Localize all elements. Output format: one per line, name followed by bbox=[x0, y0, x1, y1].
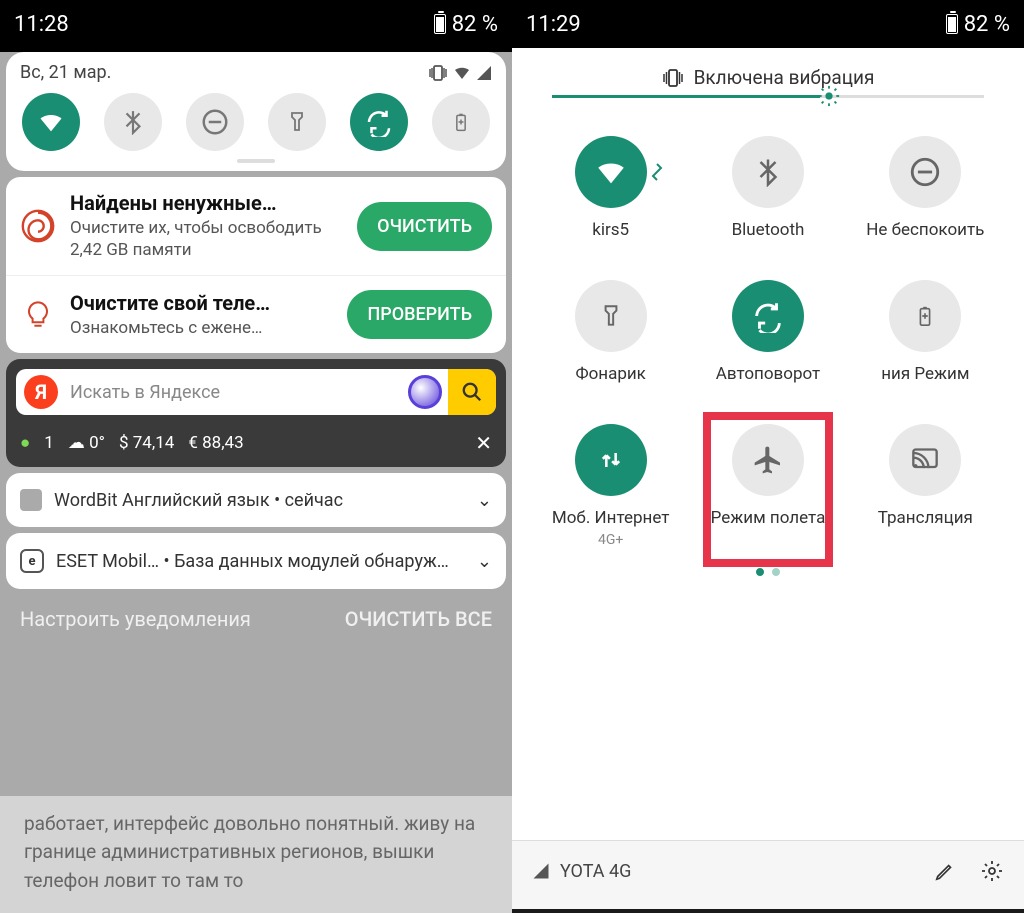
qs-tile-airplane-mode[interactable]: Режим полета bbox=[689, 424, 846, 548]
yandex-logo-icon: Я bbox=[24, 375, 58, 409]
vibrate-icon bbox=[662, 69, 684, 87]
qs-tile-flashlight[interactable]: Фонарик bbox=[532, 280, 689, 384]
notif-body: Очистите их, чтобы освободить 2,42 GB па… bbox=[70, 217, 345, 261]
yandex-widget: Я Искать в Яндексе ●1 ☁ 0° $ 74,14 € 88,… bbox=[6, 359, 506, 467]
notification-wordbit[interactable]: WordBit Английский язык • сейчас ⌄ bbox=[6, 473, 506, 527]
background-review: работает, интерфейс довольно понятный. ж… bbox=[0, 796, 512, 913]
phone-left: 11:28 82 % работает, интерфейс довольно … bbox=[0, 0, 512, 909]
quick-settings-grid: kirs5 Bluetooth Не беспокоить Фонарик Ав… bbox=[512, 106, 1024, 558]
alice-icon[interactable] bbox=[408, 375, 442, 409]
qs-tile-cast[interactable]: Трансляция bbox=[847, 424, 1004, 548]
eset-icon: e bbox=[20, 549, 44, 573]
settings-icon[interactable] bbox=[980, 859, 1004, 883]
dot-active bbox=[756, 568, 764, 576]
notification-optimize[interactable]: Очистите свой теле… Ознакомьтесь с ежене… bbox=[6, 276, 506, 353]
notif-title: Очистите свой теле… bbox=[70, 291, 335, 315]
qs-tile-mobile-data[interactable]: Моб. Интернет 4G+ bbox=[532, 424, 689, 548]
signal-icon bbox=[532, 862, 550, 880]
signal-small-icon bbox=[476, 65, 492, 81]
battery-icon bbox=[434, 14, 446, 34]
expand-icon[interactable] bbox=[651, 162, 663, 182]
vibration-status[interactable]: Включена вибрация bbox=[512, 48, 1024, 95]
edit-icon[interactable] bbox=[934, 860, 956, 882]
phone-right: 11:29 82 % Включена вибрация kirs5 bbox=[512, 0, 1024, 909]
qs-date: Вс, 21 мар. bbox=[20, 62, 111, 83]
configure-notifications[interactable]: Настроить уведомления bbox=[20, 607, 251, 631]
battery-pct: 82 % bbox=[452, 12, 498, 37]
notification-cleanup[interactable]: Найдены ненужные… Очистите их, чтобы осв… bbox=[6, 177, 506, 276]
system-notifications: Найдены ненужные… Очистите их, чтобы осв… bbox=[6, 177, 506, 353]
search-button[interactable] bbox=[448, 369, 496, 415]
qs-tile-dnd[interactable] bbox=[186, 93, 244, 151]
notif-body: Ознакомьтесь с ежене… bbox=[70, 317, 335, 339]
clear-all-button[interactable]: ОЧИСТИТЬ ВСЕ bbox=[345, 607, 492, 631]
clean-button[interactable]: ОЧИСТИТЬ bbox=[357, 202, 492, 251]
qs-tile-autorotate[interactable] bbox=[350, 93, 408, 151]
wordbit-icon bbox=[20, 489, 42, 511]
yandex-info-row[interactable]: ●1 ☁ 0° $ 74,14 € 88,43 ✕ bbox=[6, 425, 506, 467]
wifi-small-icon bbox=[454, 65, 470, 81]
qs-tile-autorotate[interactable]: Автоповорот bbox=[689, 280, 846, 384]
qs-tile-bluetooth[interactable]: Bluetooth bbox=[689, 136, 846, 240]
close-icon[interactable]: ✕ bbox=[475, 431, 492, 455]
status-bar: 11:28 82 % bbox=[0, 0, 512, 48]
page-indicator[interactable] bbox=[512, 558, 1024, 596]
carrier-label: YOTA 4G bbox=[560, 861, 631, 882]
chevron-down-icon[interactable]: ⌄ bbox=[477, 551, 492, 572]
status-time: 11:29 bbox=[526, 12, 581, 37]
vibrate-icon bbox=[428, 65, 448, 81]
qs-status-icons bbox=[428, 65, 492, 81]
brightness-slider[interactable] bbox=[512, 95, 1024, 106]
bulb-icon bbox=[18, 295, 58, 335]
notification-footer: Настроить уведомления ОЧИСТИТЬ ВСЕ bbox=[0, 595, 512, 643]
quick-settings-collapsed[interactable]: Вс, 21 мар. bbox=[6, 52, 506, 171]
drag-handle[interactable] bbox=[237, 159, 275, 163]
yandex-search-bar[interactable]: Я Искать в Яндексе bbox=[16, 369, 496, 415]
qs-tile-battery-saver[interactable]: ния Режим bbox=[847, 280, 1004, 384]
battery-pct: 82 % bbox=[964, 12, 1010, 37]
notif-title: Найдены ненужные… bbox=[70, 191, 345, 215]
qs-tile-wifi[interactable] bbox=[22, 93, 80, 151]
qs-footer: YOTA 4G bbox=[512, 840, 1024, 909]
qs-tile-dnd[interactable]: Не беспокоить bbox=[847, 136, 1004, 240]
notification-eset[interactable]: e ESET Mobil… • База данных модулей обна… bbox=[6, 533, 506, 589]
dot-inactive bbox=[772, 568, 780, 576]
cleanup-icon bbox=[18, 206, 58, 246]
qs-tile-battery-saver[interactable] bbox=[432, 93, 490, 151]
search-input[interactable]: Искать в Яндексе bbox=[58, 382, 408, 403]
status-time: 11:28 bbox=[14, 12, 69, 37]
qs-tile-flashlight[interactable] bbox=[268, 93, 326, 151]
brightness-thumb[interactable] bbox=[818, 85, 840, 107]
qs-tile-wifi[interactable]: kirs5 bbox=[532, 136, 689, 240]
battery-icon bbox=[946, 14, 958, 34]
check-button[interactable]: ПРОВЕРИТЬ bbox=[347, 290, 492, 339]
chevron-down-icon[interactable]: ⌄ bbox=[477, 490, 492, 511]
status-bar: 11:29 82 % bbox=[512, 0, 1024, 48]
qs-tile-bluetooth[interactable] bbox=[104, 93, 162, 151]
